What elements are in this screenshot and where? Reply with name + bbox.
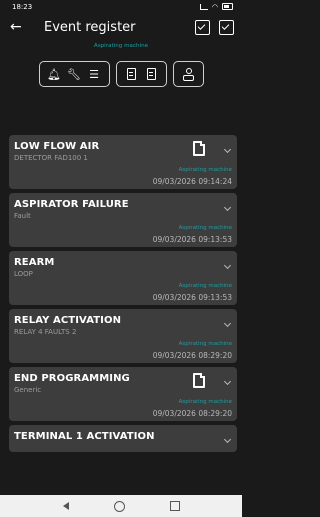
nav-back-icon[interactable] [62,502,69,510]
event-date: 09/03/2026 08:29:20 [152,409,232,418]
status-icons: ◠ [199,2,233,11]
event-card[interactable]: REARM LOOP Aspirating machine 09/03/2026… [9,251,237,305]
document-icon[interactable] [125,68,138,81]
event-machine: Aspirating machine [178,283,232,289]
event-title: REARM [14,257,55,268]
note-icon[interactable] [193,141,205,156]
event-detail: DETECTOR FAD100 1 [14,154,88,162]
event-machine: Aspirating machine [178,225,232,231]
event-date: 09/03/2026 09:14:24 [152,177,232,186]
app-header: ← Event register [0,13,242,41]
chevron-down-icon[interactable] [223,145,232,154]
chevron-down-icon[interactable] [223,203,232,212]
wrench-icon[interactable]: 🔧︎ [67,68,81,81]
event-title: ASPIRATOR FAILURE [14,199,129,210]
event-detail: Fault [14,212,31,220]
event-title: LOW FLOW AIR [14,141,100,152]
event-card[interactable]: TERMINAL 1 ACTIVATION [9,425,237,452]
status-time: 18:23 [12,2,33,11]
chevron-down-icon[interactable] [223,377,232,386]
filter-group-1: 🔔︎ 🔧︎ ☰ [38,61,110,87]
event-card[interactable]: RELAY ACTIVATION RELAY 4 FAULTS 2 Aspira… [9,309,237,363]
document-edit-icon[interactable] [145,68,158,81]
event-list: LOW FLOW AIR DETECTOR FAD100 1 Aspiratin… [9,135,237,456]
nav-home-icon[interactable] [113,500,125,512]
event-card[interactable]: END PROGRAMMING Generic Aspirating machi… [9,367,237,421]
calendar-check-icon[interactable] [195,19,210,35]
note-icon[interactable] [193,373,205,388]
page-title: Event register [44,19,136,35]
event-title: END PROGRAMMING [14,373,130,384]
signal-icon [199,3,208,10]
chevron-down-icon[interactable] [223,261,232,270]
status-bar: 18:23 ◠ [0,0,242,13]
event-detail: LOOP [14,270,33,278]
event-card[interactable]: LOW FLOW AIR DETECTOR FAD100 1 Aspiratin… [9,135,237,189]
filter-group-2 [115,61,167,87]
filter-group-3 [172,61,204,87]
chevron-down-icon[interactable] [223,319,232,328]
chevron-down-icon[interactable] [223,435,232,444]
checkbox-icon[interactable] [219,19,234,35]
user-icon[interactable] [182,68,195,81]
machine-subtitle: Aspirating machine [93,43,149,49]
event-title: TERMINAL 1 ACTIVATION [14,431,155,442]
battery-icon [222,3,233,10]
event-date: 09/03/2026 08:29:20 [152,351,232,360]
event-machine: Aspirating machine [178,167,232,173]
event-card[interactable]: ASPIRATOR FAILURE Fault Aspirating machi… [9,193,237,247]
checklist-icon[interactable]: ☰ [88,68,101,81]
event-date: 09/03/2026 09:13:53 [152,293,232,302]
event-date: 09/03/2026 09:13:53 [152,235,232,244]
back-arrow-icon[interactable]: ← [10,19,28,35]
event-detail: Generic [14,386,42,394]
bell-icon[interactable]: 🔔︎ [47,68,61,81]
event-title: RELAY ACTIVATION [14,315,122,326]
filter-bar: 🔔︎ 🔧︎ ☰ [0,61,242,87]
wifi-icon: ◠ [211,2,218,11]
event-machine: Aspirating machine [178,341,232,347]
event-machine: Aspirating machine [178,399,232,405]
event-detail: RELAY 4 FAULTS 2 [14,328,77,336]
nav-recents-icon[interactable] [169,501,180,511]
system-nav-bar [0,495,242,517]
